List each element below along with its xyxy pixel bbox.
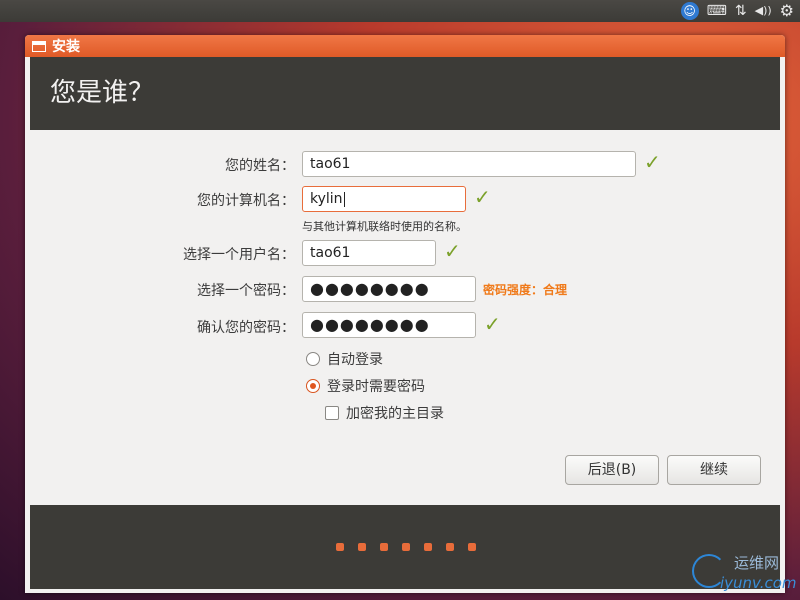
username-label: 选择一个用户名： [183,247,295,263]
confirm-password-valid-check-icon: ✓ [484,312,501,336]
text-cursor [343,191,345,207]
computer-name-hint: 与其他计算机联络时使用的名称。 [302,220,467,233]
network-icon[interactable]: ⇅ [735,0,747,22]
keyboard-icon[interactable]: ⌨ [707,0,727,22]
encrypt-home-label: 加密我的主目录 [346,406,444,422]
progress-dot [402,543,410,551]
footer-bar [30,505,780,589]
username-valid-check-icon: ✓ [444,239,461,263]
watermark: 运维网 iyunv.com [692,552,800,600]
progress-dot [446,543,454,551]
progress-dot [358,543,366,551]
username-input[interactable]: tao61 [302,240,436,266]
name-input[interactable]: tao61 [302,151,636,177]
password-value: ●●●●●●●● [310,279,430,298]
window-titlebar[interactable]: 安装 [25,35,785,57]
password-label: 选择一个密码： [197,283,295,299]
computer-name-value: kylin [310,191,343,207]
password-strength: 密码强度：合理 [483,283,568,297]
progress-dot [336,543,344,551]
accessibility-icon[interactable]: ☺ [680,2,699,20]
window-title: 安装 [52,39,80,55]
name-label: 您的姓名： [225,158,295,174]
installer-window: 安装 您是谁？ 您的姓名： 您的计算机名： 选择一个用户名： 选择一个密码： 确… [25,35,785,593]
require-password-radio[interactable] [306,379,320,393]
confirm-password-value: ●●●●●●●● [310,315,430,334]
watermark-url: iyunv.com [720,574,797,592]
progress-dot [468,543,476,551]
require-password-option[interactable]: 登录时需要密码 [306,376,425,396]
name-valid-check-icon: ✓ [644,150,661,174]
progress-dot [380,543,388,551]
system-tray: ☺ ⌨ ⇅ ◀)) ⚙ [680,0,794,22]
progress-indicator [336,543,476,551]
auto-login-label: 自动登录 [327,352,383,368]
auto-login-radio[interactable] [306,352,320,366]
require-password-label: 登录时需要密码 [327,379,425,395]
computer-name-input[interactable]: kylin [302,186,466,212]
volume-icon[interactable]: ◀)) [755,0,772,22]
computer-name-label: 您的计算机名： [197,193,295,209]
computer-name-valid-check-icon: ✓ [474,185,491,209]
username-value: tao61 [310,245,351,261]
gear-icon[interactable]: ⚙ [780,0,794,22]
password-input[interactable]: ●●●●●●●● [302,276,476,302]
encrypt-home-option[interactable]: 加密我的主目录 [325,403,444,423]
name-value: tao61 [310,156,351,172]
window-icon [32,40,46,52]
progress-dot [424,543,432,551]
auto-login-option[interactable]: 自动登录 [306,349,383,369]
watermark-cn: 运维网 [734,554,780,572]
confirm-password-input[interactable]: ●●●●●●●● [302,312,476,338]
continue-button[interactable]: 继续 [667,455,761,485]
encrypt-home-checkbox[interactable] [325,406,339,420]
back-button[interactable]: 后退(B) [565,455,659,485]
page-title: 您是谁？ [30,57,780,130]
confirm-password-label: 确认您的密码： [197,320,295,336]
top-panel: ☺ ⌨ ⇅ ◀)) ⚙ [0,0,800,22]
